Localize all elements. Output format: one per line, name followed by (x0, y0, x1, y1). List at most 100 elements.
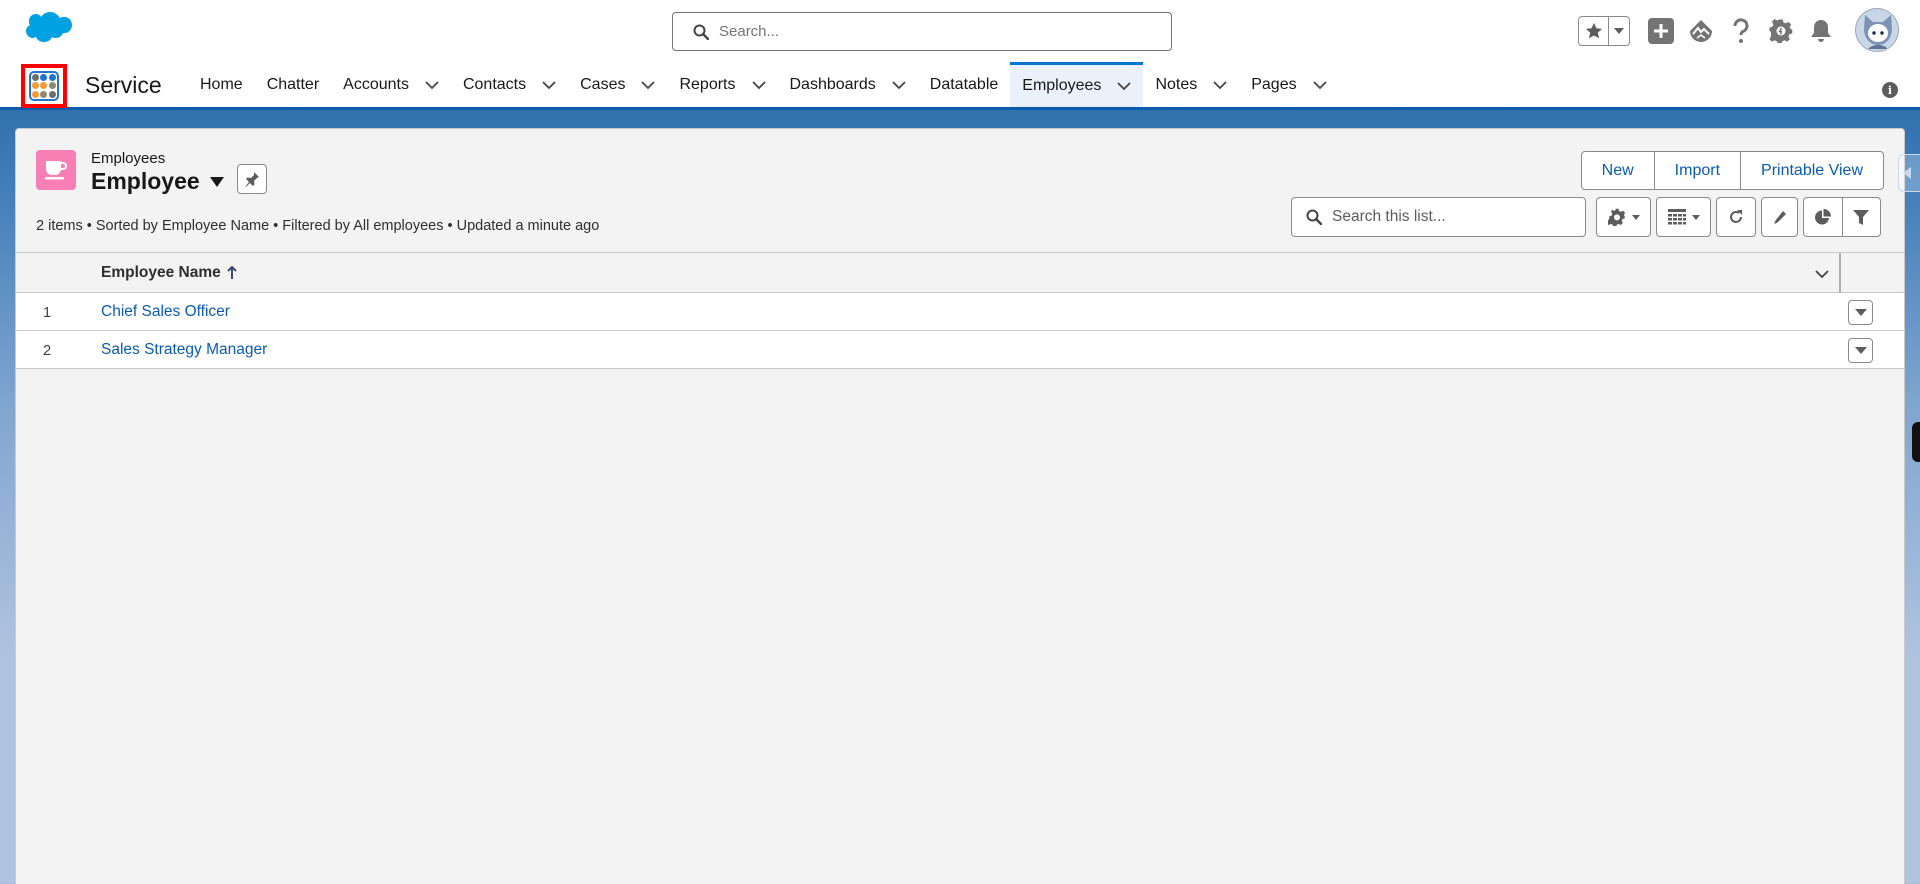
import-button[interactable]: Import (1655, 152, 1742, 189)
chevron-down-icon[interactable] (1312, 78, 1327, 92)
salesforce-logo[interactable] (20, 12, 72, 48)
employee-table: Employee Name 1 Chief Sales Officer 2 Sa… (16, 252, 1904, 369)
nav-item-cases[interactable]: Cases (568, 62, 667, 107)
search-icon (693, 24, 709, 40)
guidance-center-button[interactable] (1688, 18, 1714, 44)
nav-item-label: Contacts (462, 75, 527, 93)
employee-object-icon (36, 150, 76, 190)
app-launcher-icon (29, 71, 59, 101)
filters-button[interactable] (1843, 198, 1881, 236)
favorites-button[interactable] (1579, 17, 1609, 45)
star-icon (1585, 22, 1602, 39)
printable-view-button[interactable]: Printable View (1741, 152, 1883, 189)
column-actions-chevron-icon[interactable] (1814, 267, 1830, 281)
app-name: Service (85, 72, 162, 98)
table-icon (1667, 209, 1686, 225)
nav-item-contacts[interactable]: Contacts (451, 62, 568, 107)
list-search-input[interactable]: Search this list... (1291, 197, 1586, 237)
app-navigation-bar: Service Home Chatter Accounts Contacts C… (0, 62, 1920, 110)
utility-panel-toggle[interactable] (1898, 154, 1920, 192)
display-as-button[interactable] (1656, 197, 1711, 237)
list-view-controls-button[interactable] (1596, 197, 1651, 237)
nav-item-notes[interactable]: Notes (1143, 62, 1239, 107)
gear-icon (1769, 19, 1793, 43)
global-actions-button[interactable] (1648, 18, 1674, 44)
favorites-list-button[interactable] (1609, 17, 1629, 45)
column-header-employee-name[interactable]: Employee Name (101, 264, 237, 282)
nav-item-label: Home (200, 75, 243, 93)
bell-icon (1811, 20, 1831, 42)
list-view-selector[interactable]: Employee (91, 168, 224, 195)
help-button[interactable] (1728, 18, 1754, 44)
list-search-placeholder: Search this list... (1332, 208, 1446, 225)
employee-name-link[interactable]: Chief Sales Officer (101, 303, 230, 321)
column-resize-handle[interactable] (1839, 253, 1841, 293)
new-button[interactable]: New (1582, 152, 1655, 189)
column-label: Employee Name (101, 264, 221, 281)
chevron-down-icon[interactable] (425, 78, 439, 92)
side-handle[interactable] (1912, 422, 1920, 462)
chevron-down-icon[interactable] (1117, 79, 1132, 93)
global-header: Search... (0, 0, 1920, 62)
nav-item-label: Pages (1251, 75, 1297, 93)
nav-item-pages[interactable]: Pages (1239, 62, 1338, 107)
nav-item-chatter[interactable]: Chatter (255, 62, 331, 107)
nav-items: Home Chatter Accounts Contacts Cases Rep… (188, 62, 1339, 107)
global-search-input[interactable]: Search... (672, 12, 1172, 51)
row-actions-button[interactable] (1848, 300, 1873, 325)
nav-item-label: Chatter (266, 75, 320, 93)
charts-filters-button-group (1803, 197, 1881, 237)
chevron-down-icon[interactable] (641, 78, 656, 92)
chevron-down-icon[interactable] (892, 78, 906, 92)
nav-item-label: Dashboards (789, 75, 876, 93)
app-launcher-button[interactable] (21, 64, 67, 108)
nav-item-reports[interactable]: Reports (667, 62, 777, 107)
nav-item-label: Notes (1155, 75, 1198, 93)
sort-ascending-icon (227, 266, 237, 279)
caret-down-icon (1631, 214, 1640, 220)
notifications-button[interactable] (1808, 18, 1834, 44)
chevron-down-icon[interactable] (1213, 78, 1227, 92)
nav-item-dashboards[interactable]: Dashboards (778, 62, 918, 107)
chevron-down-icon[interactable] (542, 78, 556, 92)
global-search-placeholder: Search... (719, 23, 780, 40)
pie-chart-icon (1815, 208, 1832, 224)
chevron-down-icon[interactable] (751, 78, 766, 92)
row-number: 1 (42, 304, 52, 321)
info-icon[interactable]: i (1882, 82, 1898, 98)
caret-down-icon (1614, 28, 1624, 34)
astro-avatar-icon (1856, 9, 1898, 51)
nav-item-home[interactable]: Home (188, 62, 255, 107)
favorites-button-group (1578, 16, 1630, 46)
list-view-meta: 2 items • Sorted by Employee Name • Filt… (36, 218, 600, 234)
add-icon (1648, 18, 1674, 44)
nav-item-accounts[interactable]: Accounts (331, 62, 451, 107)
list-view-title: Employee (91, 168, 200, 194)
row-number: 2 (42, 342, 52, 359)
pin-icon (245, 172, 259, 187)
list-view-panel: Employees Employee 2 items • Sorted by E… (15, 128, 1905, 884)
nav-item-label: Accounts (343, 75, 409, 93)
row-actions-button[interactable] (1848, 338, 1873, 363)
filter-icon (1853, 209, 1870, 225)
table-row: 2 Sales Strategy Manager (16, 331, 1904, 369)
search-icon (1306, 209, 1322, 225)
gear-icon (1607, 208, 1625, 226)
user-avatar[interactable] (1855, 8, 1899, 52)
caret-down-icon (1691, 214, 1700, 220)
charts-button[interactable] (1804, 198, 1843, 236)
list-actions-button-group: New Import Printable View (1580, 151, 1884, 190)
cup-icon (45, 161, 67, 180)
nav-item-datatable[interactable]: Datatable (918, 62, 1011, 107)
employee-name-link[interactable]: Sales Strategy Manager (101, 341, 267, 359)
nav-item-label: Cases (580, 75, 626, 93)
header-actions (1560, 0, 1920, 62)
object-label: Employees (91, 150, 166, 167)
nav-item-label: Datatable (929, 75, 999, 93)
inline-edit-button[interactable] (1761, 197, 1798, 237)
nav-item-label: Employees (1022, 77, 1102, 94)
refresh-button[interactable] (1716, 197, 1756, 237)
pin-list-view-button[interactable] (237, 164, 267, 194)
setup-button[interactable] (1768, 18, 1794, 44)
nav-item-employees[interactable]: Employees (1010, 62, 1144, 107)
